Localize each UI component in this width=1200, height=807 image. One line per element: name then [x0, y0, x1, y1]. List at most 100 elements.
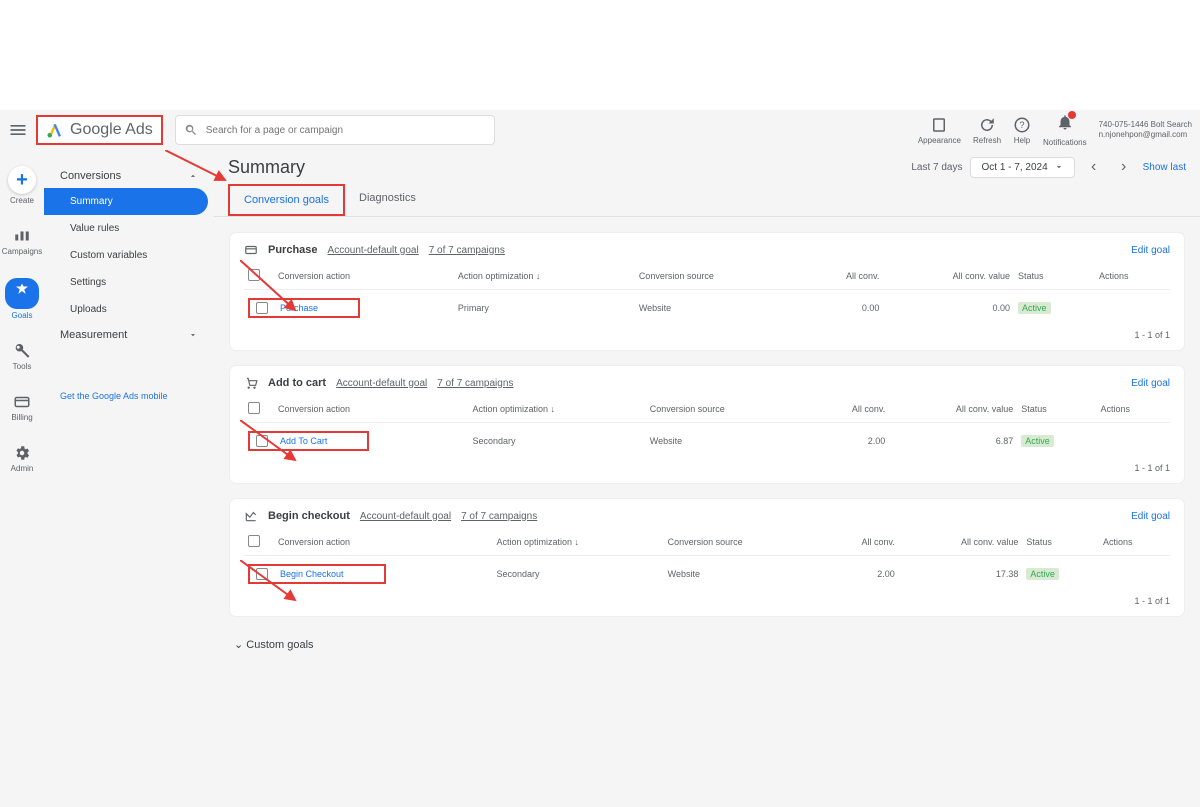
status-badge: Active [1021, 435, 1054, 447]
edit-goal-link[interactable]: Edit goal [1131, 511, 1170, 522]
cell-optimization: Primary [454, 290, 635, 327]
notifications-button[interactable]: Notifications [1043, 113, 1087, 147]
col-optimization[interactable]: Action optimization ↓ [454, 263, 635, 290]
search-input[interactable] [206, 125, 486, 136]
row-checkbox[interactable] [256, 302, 268, 314]
conversion-action-link[interactable]: Add To Cart [280, 436, 327, 446]
mobile-app-link[interactable]: Get the Google Ads mobile [44, 387, 214, 405]
goal-campaign-count[interactable]: 7 of 7 campaigns [429, 245, 505, 256]
cell-source: Website [664, 556, 821, 593]
bell-icon [1056, 113, 1074, 131]
brand-name: Google Ads [70, 121, 153, 139]
rail-billing[interactable]: Billing [0, 389, 44, 426]
goal-default-label: Account-default goal [328, 245, 419, 256]
col-action: Conversion action [274, 529, 492, 556]
sidebar-item-uploads[interactable]: Uploads [44, 296, 214, 323]
col-action: Conversion action [274, 263, 454, 290]
goal-title: Begin checkout [268, 510, 350, 522]
goal-title: Purchase [268, 244, 318, 256]
sidebar: Conversions Summary Value rules Custom v… [44, 150, 214, 807]
cell-source: Website [646, 423, 809, 460]
refresh-button[interactable]: Refresh [973, 116, 1001, 145]
cell-value: 17.38 [899, 556, 1023, 593]
tab-diagnostics[interactable]: Diagnostics [345, 184, 430, 216]
search-icon [184, 123, 198, 137]
conversion-action-link[interactable]: Purchase [280, 303, 318, 313]
status-badge: Active [1018, 302, 1051, 314]
appearance-button[interactable]: Appearance [918, 116, 961, 145]
sidebar-item-summary[interactable]: Summary [44, 188, 208, 215]
pagination-label: 1 - 1 of 1 [244, 459, 1170, 477]
table-row[interactable]: Purchase Primary Website 0.00 0.00 Activ… [244, 290, 1170, 327]
tools-icon [13, 342, 31, 360]
search-box[interactable] [175, 115, 495, 145]
edit-goal-link[interactable]: Edit goal [1131, 378, 1170, 389]
table-row[interactable]: Begin Checkout Secondary Website 2.00 17… [244, 556, 1170, 593]
rail-campaigns[interactable]: Campaigns [0, 223, 44, 260]
sidebar-item-custom-variables[interactable]: Custom variables [44, 242, 214, 269]
sidebar-item-settings[interactable]: Settings [44, 269, 214, 296]
cell-value: 0.00 [883, 290, 1014, 327]
col-actions: Actions [1097, 396, 1170, 423]
rail-tools[interactable]: Tools [0, 338, 44, 375]
chevron-down-icon [1054, 162, 1064, 172]
custom-goals-toggle[interactable]: ⌄ Custom goals [230, 632, 1184, 657]
show-last-link[interactable]: Show last [1143, 162, 1186, 173]
cell-value: 6.87 [889, 423, 1017, 460]
nav-rail: +Create Campaigns Goals Tools Billing Ad… [0, 150, 44, 807]
rail-admin[interactable]: Admin [0, 440, 44, 477]
create-button[interactable]: +Create [0, 162, 44, 209]
col-action: Conversion action [274, 396, 469, 423]
page-title: Summary [228, 157, 305, 178]
pagination-label: 1 - 1 of 1 [244, 592, 1170, 610]
col-value: All conv. value [899, 529, 1023, 556]
date-range-picker[interactable]: Oct 1 - 7, 2024 [970, 157, 1074, 178]
table-row[interactable]: Add To Cart Secondary Website 2.00 6.87 … [244, 423, 1170, 460]
chevron-down-icon [188, 330, 198, 340]
cell-optimization: Secondary [469, 423, 646, 460]
sidebar-group-conversions[interactable]: Conversions [44, 164, 214, 188]
select-all-checkbox[interactable] [248, 269, 260, 281]
date-range-label: Last 7 days [911, 162, 962, 173]
hamburger-menu[interactable] [8, 120, 28, 140]
goal-card: Purchase Account-default goal 7 of 7 cam… [230, 233, 1184, 350]
chevron-up-icon [188, 171, 198, 181]
col-status: Status [1017, 396, 1096, 423]
prev-period-button[interactable]: ‹ [1083, 156, 1105, 178]
col-status: Status [1014, 263, 1095, 290]
svg-text:?: ? [1020, 120, 1025, 130]
col-optimization[interactable]: Action optimization ↓ [469, 396, 646, 423]
google-ads-icon [46, 121, 64, 139]
goals-icon [13, 282, 31, 300]
account-info[interactable]: 740-075-1446 Bolt Search n.njonehpon@gma… [1099, 120, 1192, 139]
col-optimization[interactable]: Action optimization ↓ [492, 529, 663, 556]
next-period-button[interactable]: › [1113, 156, 1135, 178]
goal-default-label: Account-default goal [336, 378, 427, 389]
help-icon: ? [1013, 116, 1031, 134]
help-button[interactable]: ? Help [1013, 116, 1031, 145]
col-actions: Actions [1099, 529, 1170, 556]
goal-card: Add to cart Account-default goal 7 of 7 … [230, 366, 1184, 483]
col-source: Conversion source [664, 529, 821, 556]
select-all-checkbox[interactable] [248, 402, 260, 414]
select-all-checkbox[interactable] [248, 535, 260, 547]
goal-campaign-count[interactable]: 7 of 7 campaigns [437, 378, 513, 389]
campaigns-icon [13, 227, 31, 245]
goal-type-icon [244, 509, 258, 523]
col-value: All conv. value [883, 263, 1014, 290]
refresh-icon [978, 116, 996, 134]
appearance-icon [930, 116, 948, 134]
row-checkbox[interactable] [256, 568, 268, 580]
tab-conversion-goals[interactable]: Conversion goals [228, 184, 345, 216]
brand-logo[interactable]: Google Ads [36, 115, 163, 145]
row-checkbox[interactable] [256, 435, 268, 447]
goal-campaign-count[interactable]: 7 of 7 campaigns [461, 511, 537, 522]
conversion-action-link[interactable]: Begin Checkout [280, 569, 344, 579]
sidebar-group-measurement[interactable]: Measurement [44, 323, 214, 347]
col-all-conv: All conv. [821, 529, 899, 556]
goal-title: Add to cart [268, 377, 326, 389]
edit-goal-link[interactable]: Edit goal [1131, 245, 1170, 256]
sidebar-item-value-rules[interactable]: Value rules [44, 215, 214, 242]
rail-goals[interactable]: Goals [0, 274, 44, 324]
cell-all-conv: 2.00 [821, 556, 899, 593]
